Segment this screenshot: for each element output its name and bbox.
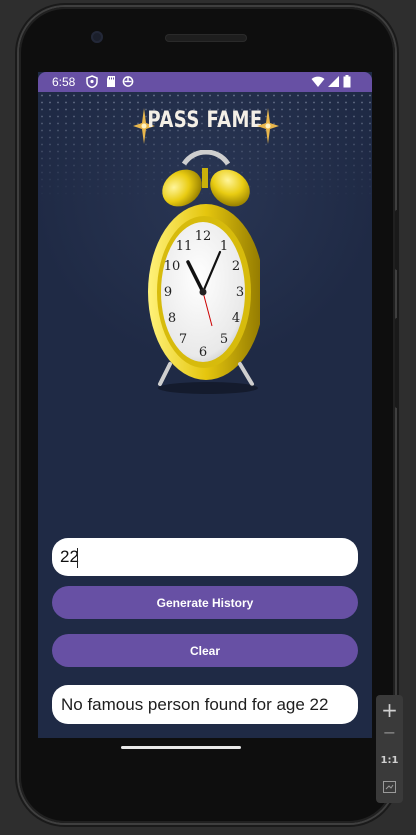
svg-text:7: 7: [179, 332, 187, 347]
result-text: No famous person found for age 22: [52, 685, 358, 724]
text-caret: [77, 548, 78, 568]
earpiece-speaker: [165, 34, 247, 42]
home-gesture-bar[interactable]: [121, 746, 241, 749]
clear-button[interactable]: Clear: [52, 634, 358, 667]
svg-text:10: 10: [164, 259, 181, 274]
zoom-in-button[interactable]: +: [376, 698, 403, 722]
emulator-stage: 6:58 PASS FAME 12 1 2 3 4 5 6 7 8 9 10 1…: [0, 0, 416, 835]
status-time: 6:58: [52, 75, 76, 89]
svg-text:4: 4: [232, 311, 240, 326]
status-bar: 6:58: [38, 72, 372, 92]
svg-text:8: 8: [168, 311, 176, 326]
zoom-out-button[interactable]: −: [376, 723, 403, 742]
actual-size-button[interactable]: 1:1: [376, 755, 403, 766]
generate-history-button[interactable]: Generate History: [52, 586, 358, 619]
svg-text:3: 3: [236, 285, 244, 300]
svg-text:12: 12: [195, 229, 212, 244]
app-screen: 6:58 PASS FAME 12 1 2 3 4 5 6 7 8 9 10 1…: [38, 72, 372, 738]
emulator-zoom-panel: + − 1:1: [376, 695, 403, 803]
sparkle-right-icon: [257, 108, 279, 144]
fit-screen-icon[interactable]: [383, 781, 396, 793]
brand-title: PASS FAME: [147, 108, 263, 133]
svg-text:2: 2: [232, 259, 240, 274]
battery-icon: [343, 75, 351, 88]
volume-button[interactable]: [395, 210, 399, 270]
svg-text:1: 1: [220, 239, 228, 254]
svg-text:11: 11: [176, 239, 193, 254]
cell-signal-icon: [328, 76, 339, 87]
navigation-bar: [38, 726, 372, 738]
sync-icon: [122, 76, 134, 87]
svg-text:6: 6: [199, 345, 207, 360]
shield-icon: [86, 75, 98, 88]
sd-card-icon: [107, 76, 115, 87]
power-button[interactable]: [395, 318, 399, 408]
svg-text:9: 9: [164, 285, 172, 300]
alarm-clock-image: 12 1 2 3 4 5 6 7 8 9 10 11: [148, 150, 260, 394]
age-input[interactable]: [52, 538, 358, 576]
svg-text:5: 5: [220, 332, 228, 347]
front-camera: [91, 31, 103, 43]
wifi-icon: [311, 76, 325, 87]
